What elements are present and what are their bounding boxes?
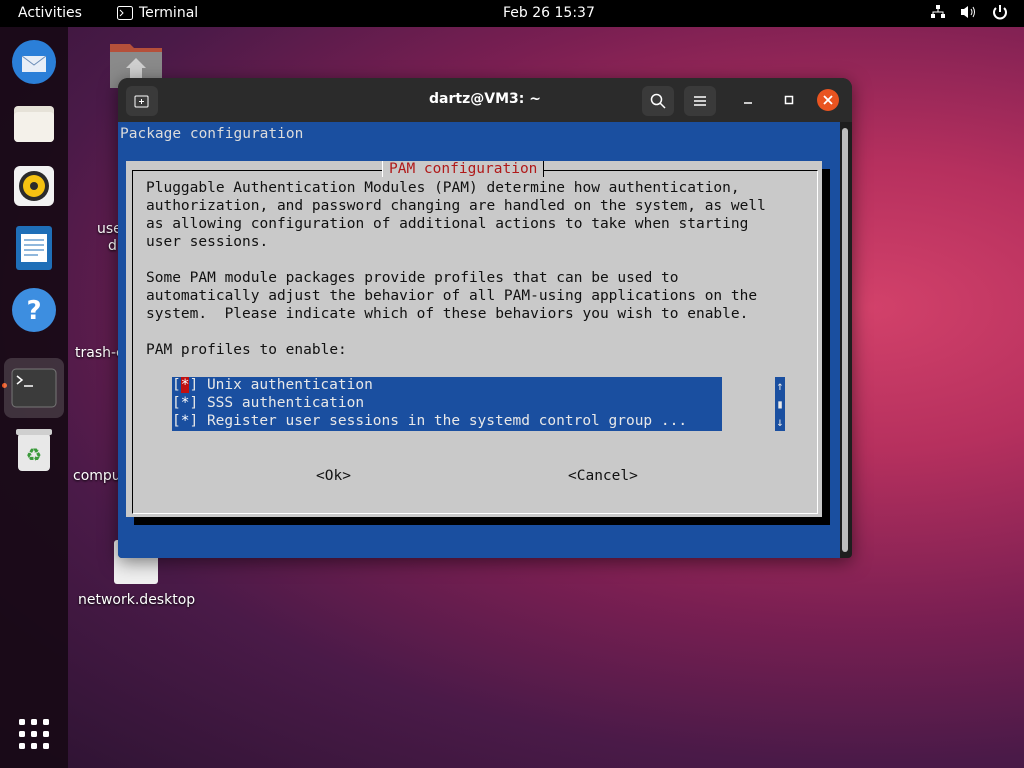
files-icon (14, 106, 54, 142)
ok-button[interactable]: <Ok> (316, 468, 351, 484)
dock-terminal[interactable] (4, 358, 64, 418)
option-label: Register user sessions in the systemd co… (206, 413, 688, 429)
show-apps-button[interactable] (8, 708, 60, 760)
package-config-header: Package configuration (120, 126, 304, 142)
dock-thunderbird[interactable] (8, 36, 60, 88)
description-line-3: as allowing configuration of additional … (146, 216, 749, 232)
option-checkbox[interactable]: * (181, 395, 190, 411)
minimize-button[interactable] (737, 89, 759, 111)
dock: ? ♻ (0, 27, 68, 768)
profiles-prompt: PAM profiles to enable: (146, 342, 347, 358)
power-icon (993, 5, 1007, 20)
top-bar: Activities Terminal Feb 26 15:37 (0, 0, 1024, 27)
system-tray[interactable] (930, 4, 1008, 20)
option-systemd-sessions[interactable]: [*] Register user sessions in the system… (172, 413, 687, 431)
option-unix-auth[interactable]: [*] Unix authentication (172, 377, 373, 395)
dock-trash[interactable]: ♻ (8, 424, 60, 476)
activities-button[interactable]: Activities (18, 5, 82, 21)
writer-icon (16, 226, 52, 270)
description-line-6: automatically adjust the behavior of all… (146, 288, 758, 304)
menu-button[interactable] (684, 86, 716, 116)
dialog-title: PAM configuration (382, 161, 545, 177)
dock-help[interactable]: ? (8, 284, 60, 336)
app-grid-icon (19, 719, 49, 749)
description-line-1: Pluggable Authentication Modules (PAM) d… (146, 180, 740, 196)
cancel-button[interactable]: <Cancel> (568, 468, 638, 484)
terminal-icon (11, 368, 57, 408)
scroll-down-icon: ↓ (776, 415, 784, 429)
scroll-up-icon: ↑ (776, 379, 784, 393)
desktop-label-computer[interactable]: compu (73, 468, 121, 484)
app-name: Terminal (139, 5, 199, 21)
terminal-scrollbar[interactable] (842, 128, 848, 552)
svg-text:♻: ♻ (26, 445, 42, 466)
maximize-icon (784, 95, 794, 105)
trash-icon: ♻ (16, 429, 52, 471)
dock-files[interactable] (8, 98, 60, 150)
description-line-2: authorization, and password changing are… (146, 198, 766, 214)
profiles-list[interactable]: [*] Unix authentication [*] SSS authenti… (172, 377, 722, 431)
rhythmbox-icon (14, 166, 54, 206)
scroll-thumb: ▮ (776, 397, 784, 411)
desktop-label-trash[interactable]: trash-c (75, 345, 124, 361)
desktop-label-network[interactable]: network.desktop (78, 592, 195, 608)
network-icon (931, 5, 945, 18)
maximize-button[interactable] (778, 89, 800, 111)
option-sss-auth[interactable]: [*] SSS authentication (172, 395, 364, 413)
minimize-icon (744, 102, 752, 104)
list-scroll-indicator[interactable]: ↑ ▮ ↓ (775, 377, 785, 431)
search-button[interactable] (642, 86, 674, 116)
search-icon (650, 93, 666, 109)
option-label: Unix authentication (206, 377, 373, 393)
volume-icon (961, 6, 975, 18)
description-line-5: Some PAM module packages provide profile… (146, 270, 679, 286)
dock-writer[interactable] (8, 222, 60, 274)
hamburger-icon (694, 96, 706, 106)
thunderbird-icon (12, 40, 56, 84)
close-button[interactable] (817, 89, 839, 111)
terminal-window: dartz@VM3: ~ Package configuration PAM c… (118, 78, 852, 558)
option-checkbox[interactable]: * (181, 413, 190, 429)
terminal-titlebar[interactable]: dartz@VM3: ~ (118, 78, 852, 122)
app-menu[interactable]: Terminal (117, 5, 198, 21)
svg-text:?: ? (26, 296, 41, 326)
terminal-icon (117, 6, 133, 20)
option-checkbox[interactable]: * (180, 377, 190, 393)
pam-dialog: PAM configuration Pluggable Authenticati… (126, 161, 822, 517)
close-icon (823, 95, 833, 105)
help-icon: ? (12, 288, 56, 332)
terminal-content[interactable]: Package configuration PAM configuration … (118, 122, 840, 558)
desktop-label-user-2[interactable]: d (108, 238, 117, 254)
dock-rhythmbox[interactable] (8, 160, 60, 212)
description-line-7: system. Please indicate which of these b… (146, 306, 749, 322)
option-label: SSS authentication (206, 395, 365, 411)
clock[interactable]: Feb 26 15:37 (503, 5, 595, 21)
description-line-4: user sessions. (146, 234, 269, 250)
